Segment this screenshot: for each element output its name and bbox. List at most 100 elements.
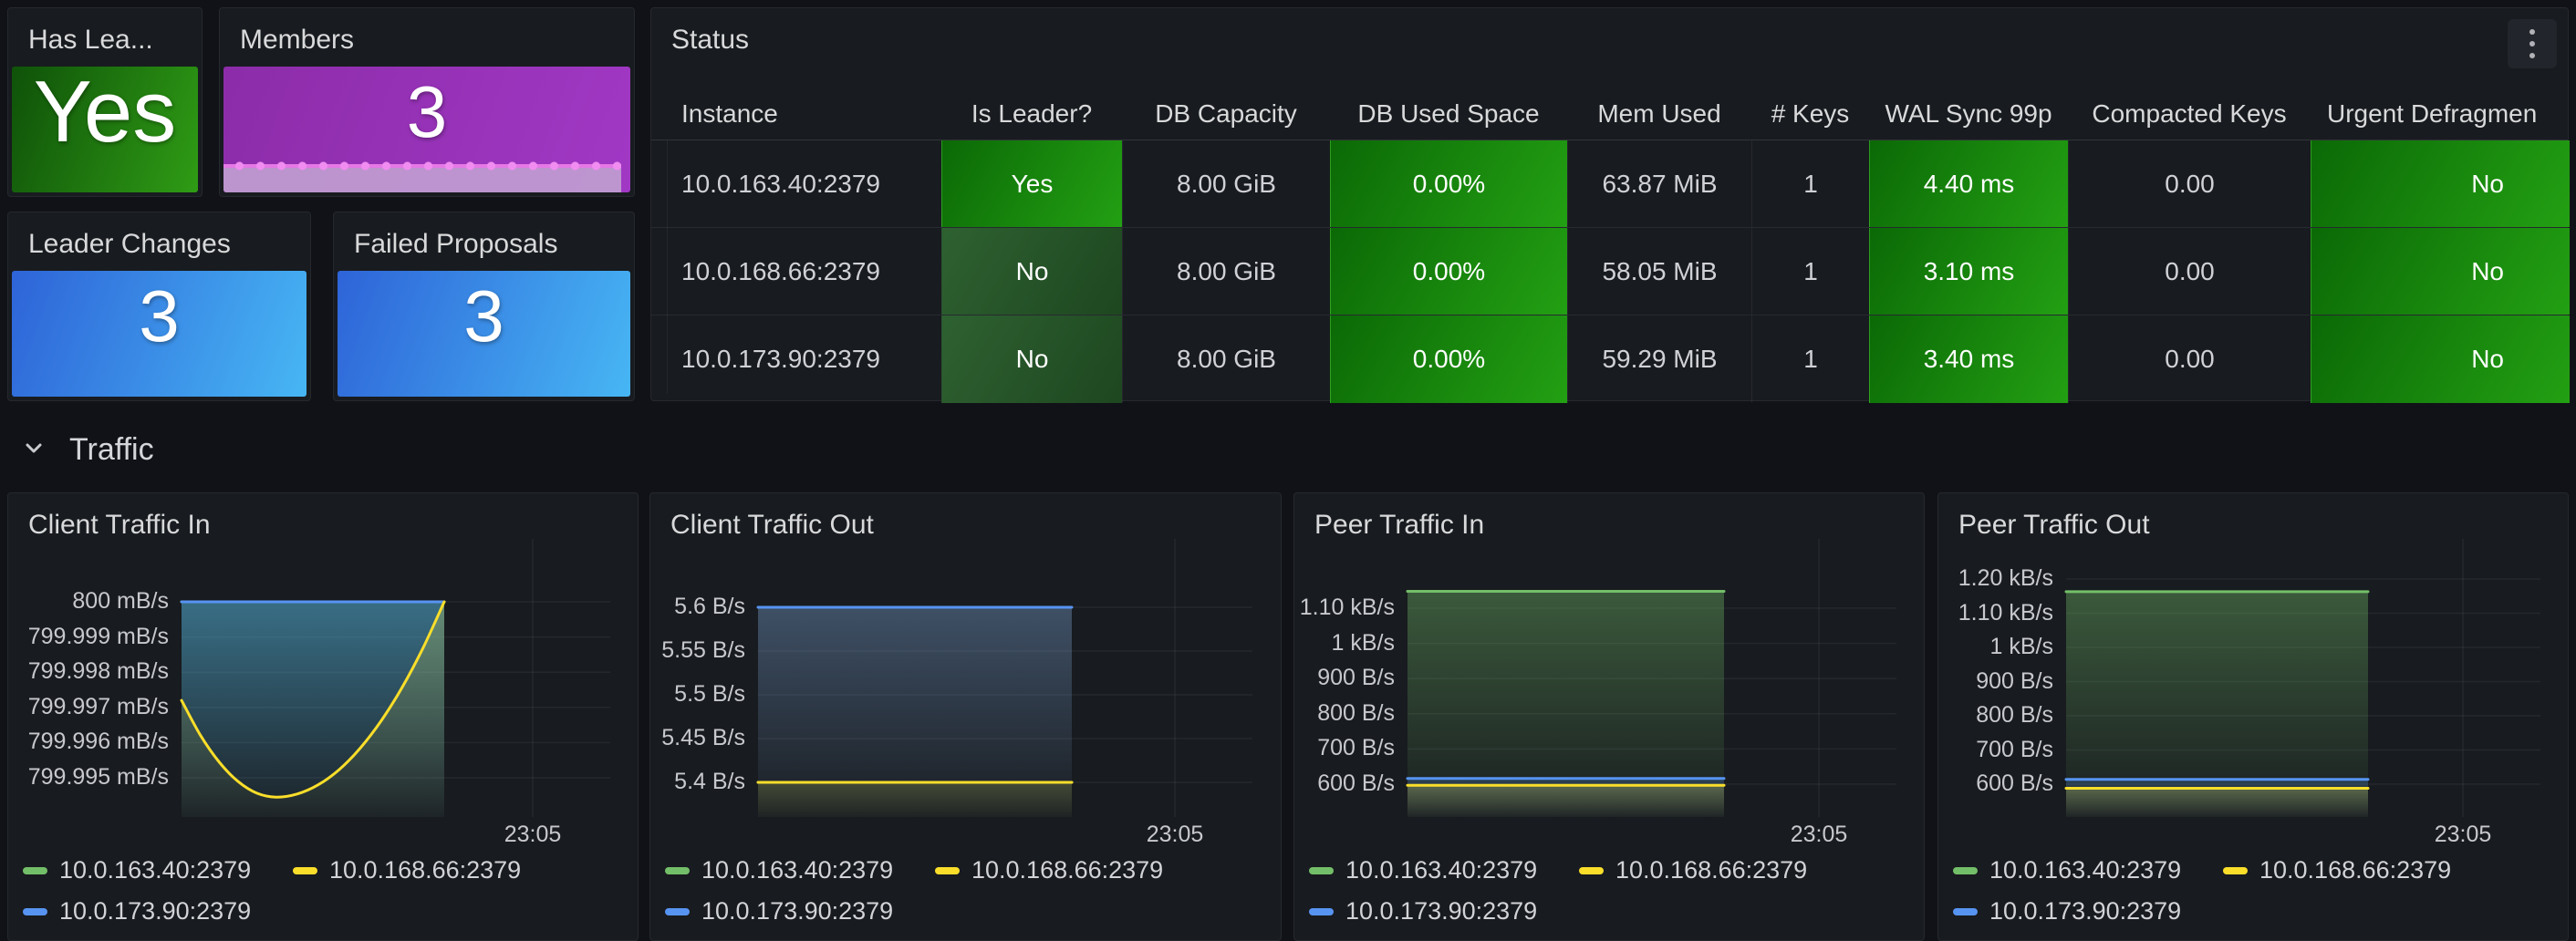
table-cell: 0.00 [2068,228,2311,315]
table-header-row: InstanceIs Leader?DB CapacityDB Used Spa… [651,88,2568,140]
table-cell: 3.10 ms [1869,228,2068,315]
y-axis-tick-label: 5.45 B/s [650,725,745,751]
y-axis-tick-label: 799.999 mB/s [8,624,169,650]
kebab-menu-icon[interactable] [2508,19,2557,68]
y-axis-tick-label: 900 B/s [1294,665,1395,691]
y-axis-tick-label: 600 B/s [1294,770,1395,797]
panel-title: Peer Traffic Out [1958,510,2150,541]
y-axis-tick-label: 5.5 B/s [650,681,745,708]
legend-series-name: 10.0.168.66:2379 [1615,856,1807,884]
table-body: 10.0.163.40:2379Yes8.00 GiB0.00%63.87 Mi… [651,140,2568,400]
legend-item[interactable]: 10.0.173.90:2379 [1953,897,2207,925]
y-axis-tick-label: 799.995 mB/s [8,764,169,791]
chart-panel-peer-traffic-out: Peer Traffic Out 1.20 kB/s1.10 kB/s1 kB/… [1937,492,2569,941]
y-axis-tick-label: 799.996 mB/s [8,729,169,755]
y-axis-tick-label: 700 B/s [1938,737,2053,763]
legend-series-swatch [2223,867,2248,874]
panel-title: Peer Traffic In [1314,510,1484,541]
table-cell: 10.0.173.90:2379 [651,315,941,403]
legend-series-swatch [665,908,690,915]
chart-panel-peer-traffic-in: Peer Traffic In 1.10 kB/s1 kB/s900 B/s80… [1293,492,1925,941]
legend-item[interactable]: 10.0.163.40:2379 [1953,856,2207,884]
table-cell: Yes [941,140,1122,227]
table-cell: 10.0.163.40:2379 [651,140,941,227]
legend: 10.0.163.40:2379 10.0.168.66:2379 10.0.173… [665,856,1189,938]
legend-item[interactable]: 10.0.173.90:2379 [665,897,919,925]
legend-series-swatch [1953,867,1978,874]
table-row: 10.0.173.90:2379No8.00 GiB0.00%59.29 MiB… [651,315,2568,403]
table-cell: 10.0.168.66:2379 [651,228,941,315]
legend-item[interactable]: 10.0.168.66:2379 [2223,856,2477,884]
legend-series-swatch [1579,867,1604,874]
table-cell: 1 [1751,315,1869,403]
stat-background: 3 [12,271,306,397]
legend-series-name: 10.0.163.40:2379 [1345,856,1537,884]
table-cell: 0.00% [1330,315,1567,403]
legend-series-swatch [23,908,47,915]
legend-series-name: 10.0.163.40:2379 [701,856,893,884]
table-cell: 1 [1751,140,1869,227]
legend-series-swatch [665,867,690,874]
column-header[interactable]: Instance [651,88,941,140]
column-header[interactable]: DB Capacity [1122,88,1330,140]
legend-series-name: 10.0.173.90:2379 [1345,897,1537,925]
column-header[interactable]: Is Leader? [941,88,1122,140]
column-header[interactable]: # Keys [1751,88,1869,140]
table-cell: 8.00 GiB [1122,228,1330,315]
column-header[interactable]: WAL Sync 99p [1869,88,2068,140]
table-cell: 1 [1751,228,1869,315]
y-axis-tick-label: 700 B/s [1294,735,1395,761]
y-axis-tick-label: 1.20 kB/s [1938,565,2053,592]
y-axis-tick-label: 799.997 mB/s [8,694,169,720]
panel-title: Client Traffic Out [670,510,874,541]
table-cell: 0.00 [2068,140,2311,227]
column-header[interactable]: Mem Used [1567,88,1751,140]
legend-series-name: 10.0.163.40:2379 [1989,856,2181,884]
chevron-down-icon [20,434,47,466]
column-header[interactable]: DB Used Space [1330,88,1567,140]
section-row-traffic[interactable]: Traffic [7,418,2569,481]
legend-series-name: 10.0.168.66:2379 [2259,856,2451,884]
legend-item[interactable]: 10.0.168.66:2379 [293,856,546,884]
legend-item[interactable]: 10.0.163.40:2379 [23,856,276,884]
legend-series-swatch [1953,908,1978,915]
column-header[interactable]: Compacted Keys [2068,88,2311,140]
status-panel: Status InstanceIs Leader?DB CapacityDB U… [650,7,2569,401]
sparkline [223,164,621,192]
y-axis-tick-label: 5.55 B/s [650,637,745,664]
stat-background: 3 [223,67,630,192]
legend-item[interactable]: 10.0.168.66:2379 [935,856,1189,884]
panel-title: Leader Changes [28,229,231,260]
legend-item[interactable]: 10.0.163.40:2379 [1309,856,1563,884]
legend-series-name: 10.0.163.40:2379 [59,856,251,884]
chart-panel-client-traffic-out: Client Traffic Out 5.6 B/s 5.55 B/s 5.5 B/… [649,492,1282,941]
legend-series-swatch [23,867,47,874]
legend-item[interactable]: 10.0.173.90:2379 [1309,897,1563,925]
stat-panel-has-leader: Has Lea... Yes [7,7,203,197]
panel-title: Status [671,25,749,56]
stat-value: 3 [139,280,180,388]
legend-series-name: 10.0.173.90:2379 [1989,897,2181,925]
legend-series-swatch [935,867,960,874]
stat-background: 3 [338,271,630,397]
legend-series-name: 10.0.168.66:2379 [971,856,1163,884]
legend-item[interactable]: 10.0.163.40:2379 [665,856,919,884]
legend-item[interactable]: 10.0.173.90:2379 [23,897,276,925]
legend-item[interactable]: 10.0.168.66:2379 [1579,856,1833,884]
stat-panel-leader-changes: Leader Changes 3 [7,212,311,401]
table-cell: 8.00 GiB [1122,140,1330,227]
panel-title: Members [240,25,354,56]
legend-series-swatch [1309,908,1334,915]
chart-panel-client-traffic-in: Client Traffic In 800 mB/s799.999 mB/s79… [7,492,639,941]
y-axis-tick-label: 900 B/s [1938,668,2053,695]
legend: 10.0.163.40:2379 10.0.168.66:2379 10.0.173… [1309,856,1833,938]
column-header[interactable]: Urgent Defragmen [2311,88,2570,140]
y-axis-tick-label: 5.6 B/s [650,594,745,620]
y-axis-tick-label: 1.10 kB/s [1938,600,2053,626]
legend-series-swatch [293,867,317,874]
stat-panel-members: Members 3 [219,7,635,197]
table-cell: 3.40 ms [1869,315,2068,403]
legend-series-swatch [1309,867,1334,874]
table-cell: 59.29 MiB [1567,315,1751,403]
stat-value: 3 [463,280,504,388]
